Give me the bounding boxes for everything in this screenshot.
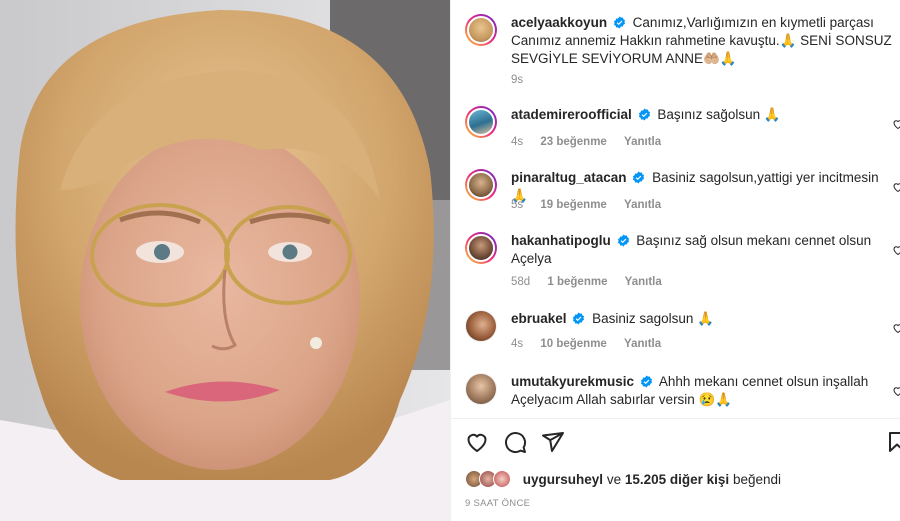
- comment-username[interactable]: umutakyurekmusic: [511, 374, 634, 389]
- liker-username[interactable]: uygursuheyl: [523, 472, 603, 487]
- verified-badge-icon: [638, 108, 650, 121]
- caption-age: 9s: [511, 74, 524, 86]
- share-icon[interactable]: [541, 430, 565, 454]
- comment-likes[interactable]: 23 beğenme: [540, 136, 606, 148]
- likes-others[interactable]: 15.205 diğer kişi: [625, 472, 729, 487]
- comment-meta: 5s 19 beğenme Yanıtla: [511, 199, 675, 211]
- post-photo[interactable]: [0, 0, 450, 521]
- reply-button[interactable]: Yanıtla: [625, 276, 662, 288]
- verified-badge-icon: [613, 16, 625, 29]
- comment-likes[interactable]: 1 beğenme: [547, 276, 607, 288]
- comment-heart-icon[interactable]: [892, 385, 900, 397]
- verified-badge-icon: [633, 171, 645, 184]
- comment-age: 4s: [511, 338, 524, 350]
- liker-avatar: [493, 470, 511, 488]
- comment-icon[interactable]: [503, 430, 527, 454]
- commenter-avatar[interactable]: [465, 169, 497, 201]
- author-avatar[interactable]: [465, 14, 497, 46]
- comment-text: Başınız sağolsun 🙏: [657, 107, 781, 122]
- heart-icon[interactable]: [465, 430, 489, 454]
- commenter-avatar[interactable]: [465, 232, 497, 264]
- comment-username[interactable]: hakanhatipoglu: [511, 233, 611, 248]
- comment-username[interactable]: atademireroofficial: [511, 107, 632, 122]
- comment-heart-icon[interactable]: [892, 322, 900, 334]
- comment-likes[interactable]: 19 beğenme: [540, 199, 606, 211]
- comment-meta: 58d 1 beğenme Yanıtla: [511, 276, 676, 288]
- post-timestamp: 9 SAAT ÖNCE: [465, 498, 531, 509]
- likes-summary[interactable]: uygursuheyl ve 15.205 diğer kişi beğendi: [465, 470, 781, 488]
- reply-button[interactable]: Yanıtla: [624, 338, 661, 350]
- commenter-avatar[interactable]: [465, 310, 497, 342]
- comment-meta: 4s 23 beğenme Yanıtla: [511, 136, 675, 148]
- comment-meta: 4s 10 beğenme Yanıtla: [511, 338, 675, 350]
- comment-text: Basiniz sagolsun 🙏: [592, 311, 714, 326]
- comment-age: 5s: [511, 199, 524, 211]
- comment-likes[interactable]: 10 beğenme: [540, 338, 606, 350]
- post-side-panel: acelyaakkoyun Canımız,Varlığımızın en kı…: [451, 0, 900, 521]
- commenter-avatar[interactable]: [465, 373, 497, 405]
- likes-suffix: beğendi: [732, 472, 781, 487]
- action-bar: [465, 430, 900, 456]
- likes-connector: ve: [606, 472, 622, 487]
- comment-heart-icon[interactable]: [892, 181, 900, 193]
- instagram-post: acelyaakkoyun Canımız,Varlığımızın en kı…: [0, 0, 900, 521]
- reply-button[interactable]: Yanıtla: [624, 136, 661, 148]
- comment-username[interactable]: ebruakel: [511, 311, 567, 326]
- liker-avatars: [465, 470, 513, 488]
- reply-button[interactable]: Yanıtla: [624, 199, 661, 211]
- bookmark-icon[interactable]: [885, 430, 900, 454]
- author-username[interactable]: acelyaakkoyun: [511, 15, 607, 30]
- portrait-image: [0, 0, 450, 521]
- comment-heart-icon[interactable]: [892, 118, 900, 130]
- comment-age: 4s: [511, 136, 524, 148]
- verified-badge-icon: [573, 312, 585, 325]
- comment-age: 58d: [511, 276, 531, 288]
- comments-list[interactable]: acelyaakkoyun Canımız,Varlığımızın en kı…: [451, 0, 900, 420]
- verified-badge-icon: [617, 234, 629, 247]
- caption-meta: 9s: [511, 74, 537, 86]
- verified-badge-icon: [640, 375, 652, 388]
- commenter-avatar[interactable]: [465, 106, 497, 138]
- comment-username[interactable]: pinaraltug_atacan: [511, 170, 627, 185]
- comment-heart-icon[interactable]: [892, 244, 900, 256]
- actions-separator: [451, 418, 900, 419]
